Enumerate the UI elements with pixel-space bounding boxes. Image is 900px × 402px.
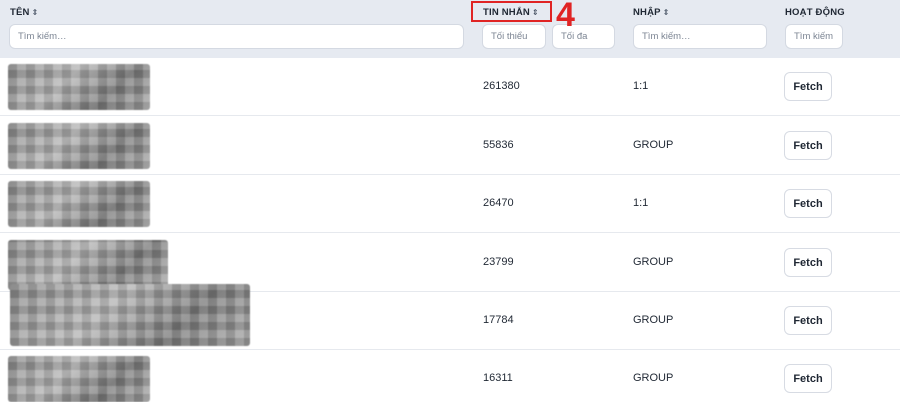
conversation-type: GROUP (633, 372, 674, 384)
message-count: 55836 (483, 139, 514, 151)
fetch-button[interactable]: Fetch (784, 364, 832, 393)
sort-icon[interactable]: ⇕ (32, 8, 39, 17)
conversation-type: 1:1 (633, 197, 649, 209)
fetch-button[interactable]: Fetch (784, 189, 832, 218)
fetch-button[interactable]: Fetch (784, 72, 832, 101)
sort-icon[interactable]: ⇕ (663, 8, 670, 17)
name-search-input[interactable] (9, 24, 464, 49)
fetch-button[interactable]: Fetch (784, 248, 832, 277)
message-count: 26470 (483, 197, 514, 209)
column-name-header[interactable]: TÊN ⇕ (10, 7, 39, 18)
conversation-type: GROUP (633, 139, 674, 151)
table-row: 16311 GROUP Fetch (0, 350, 900, 402)
message-count: 23799 (483, 256, 514, 268)
blurred-name (8, 181, 150, 227)
blurred-name (8, 356, 150, 402)
table-row: 261380 1:1 Fetch (0, 58, 900, 116)
table-row: 17784 GROUP Fetch (0, 284, 900, 350)
column-actions-title: HOẠT ĐỘNG (785, 7, 845, 18)
column-type-header[interactable]: NHẬP ⇕ (633, 7, 670, 18)
column-name-title: TÊN (10, 7, 30, 18)
column-type-title: NHẬP (633, 7, 661, 18)
type-search-input[interactable] (633, 24, 767, 49)
table-header: TÊN⇕ TIN NHẮN⇕ NHẬP⇕ HOẠT ĐỘNG 4 (0, 0, 900, 58)
message-count: 17784 (483, 314, 514, 326)
actions-search-input[interactable] (785, 24, 843, 49)
highlight-box (471, 1, 552, 22)
blurred-name (8, 64, 150, 110)
messages-min-input[interactable] (482, 24, 546, 49)
column-actions-header: HOẠT ĐỘNG (785, 7, 845, 18)
conversation-type: GROUP (633, 256, 674, 268)
message-count: 261380 (483, 80, 520, 92)
blurred-name (10, 284, 250, 346)
annotation-marker: 4 (556, 0, 575, 34)
table-row: 26470 1:1 Fetch (0, 175, 900, 233)
blurred-name (8, 240, 168, 290)
blurred-name (8, 123, 150, 169)
fetch-button[interactable]: Fetch (784, 306, 832, 335)
message-count: 16311 (483, 372, 513, 384)
table-row: 55836 GROUP Fetch (0, 117, 900, 175)
conversation-type: GROUP (633, 314, 674, 326)
fetch-button[interactable]: Fetch (784, 131, 832, 160)
conversation-type: 1:1 (633, 80, 649, 92)
